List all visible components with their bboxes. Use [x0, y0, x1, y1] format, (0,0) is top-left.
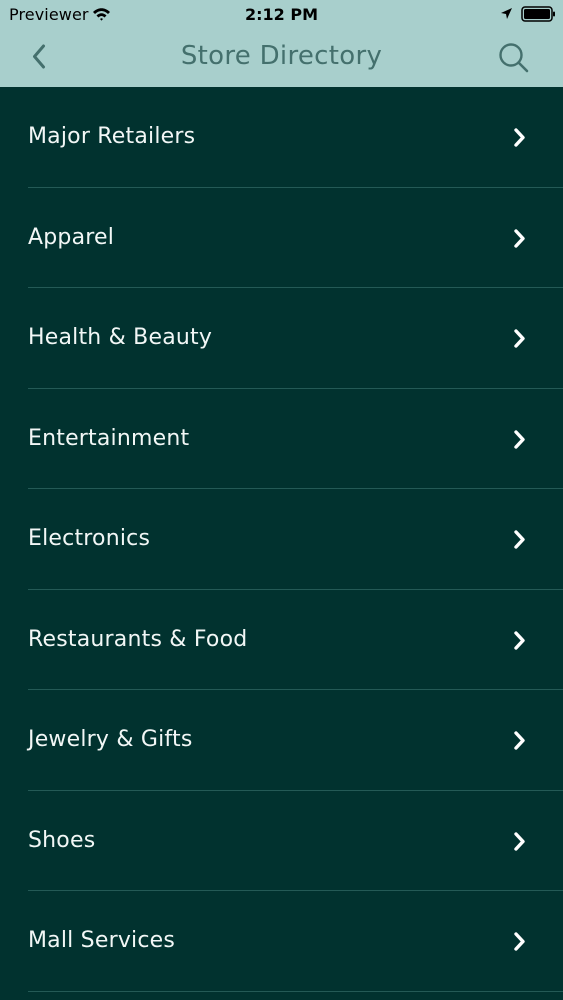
chevron-right-icon	[514, 128, 525, 147]
category-label: Jewelry & Gifts	[28, 727, 193, 752]
location-icon	[501, 8, 512, 19]
category-item-restaurants-food[interactable]: Restaurants & Food	[0, 590, 563, 690]
chevron-right-icon	[514, 228, 525, 248]
category-item-major-retailers[interactable]: Major Retailers	[0, 87, 563, 188]
back-arrow-icon	[33, 44, 45, 69]
category-item-apparel[interactable]: Apparel	[0, 188, 563, 288]
category-label: Mall Services	[28, 928, 176, 953]
category-label: Shoes	[28, 827, 96, 853]
app-screen: Previewer 2:12 PM Store Directory Major …	[0, 0, 563, 1000]
category-label: Electronics	[28, 526, 151, 551]
battery-icon	[521, 6, 555, 22]
category-label: Entertainment	[28, 425, 190, 451]
category-item-mall-services[interactable]: Mall Services	[0, 891, 563, 992]
category-label: Restaurants & Food	[28, 626, 248, 652]
category-item-shoes[interactable]: Shoes	[0, 791, 563, 891]
category-item-electronics[interactable]: Electronics	[0, 489, 563, 590]
nav-bar: Store Directory	[0, 28, 563, 87]
category-item-health-beauty[interactable]: Health & Beauty	[0, 288, 563, 389]
search-button[interactable]	[492, 37, 538, 77]
category-item-jewelry-gifts[interactable]: Jewelry & Gifts	[0, 690, 563, 791]
category-item-entertainment[interactable]: Entertainment	[0, 389, 563, 489]
status-time: 2:12 PM	[244, 5, 318, 24]
chevron-right-icon	[514, 329, 525, 348]
chevron-right-icon	[514, 932, 525, 951]
page-title: Store Directory	[180, 41, 383, 71]
search-icon	[499, 43, 529, 73]
category-label: Major Retailers	[28, 124, 196, 149]
top-bar: Previewer 2:12 PM Store Directory	[0, 0, 563, 87]
category-label: Health & Beauty	[28, 325, 213, 350]
category-label: Apparel	[28, 224, 115, 250]
row-divider	[28, 990, 563, 992]
chevron-right-icon	[514, 530, 525, 549]
chevron-right-icon	[514, 731, 525, 750]
back-button[interactable]	[22, 38, 62, 76]
chevron-right-icon	[514, 831, 525, 851]
category-list: Major Retailers Apparel Health & Beauty …	[0, 87, 563, 1000]
status-bar: Previewer 2:12 PM	[0, 0, 563, 28]
chevron-right-icon	[514, 429, 525, 449]
chevron-right-icon	[514, 630, 525, 650]
